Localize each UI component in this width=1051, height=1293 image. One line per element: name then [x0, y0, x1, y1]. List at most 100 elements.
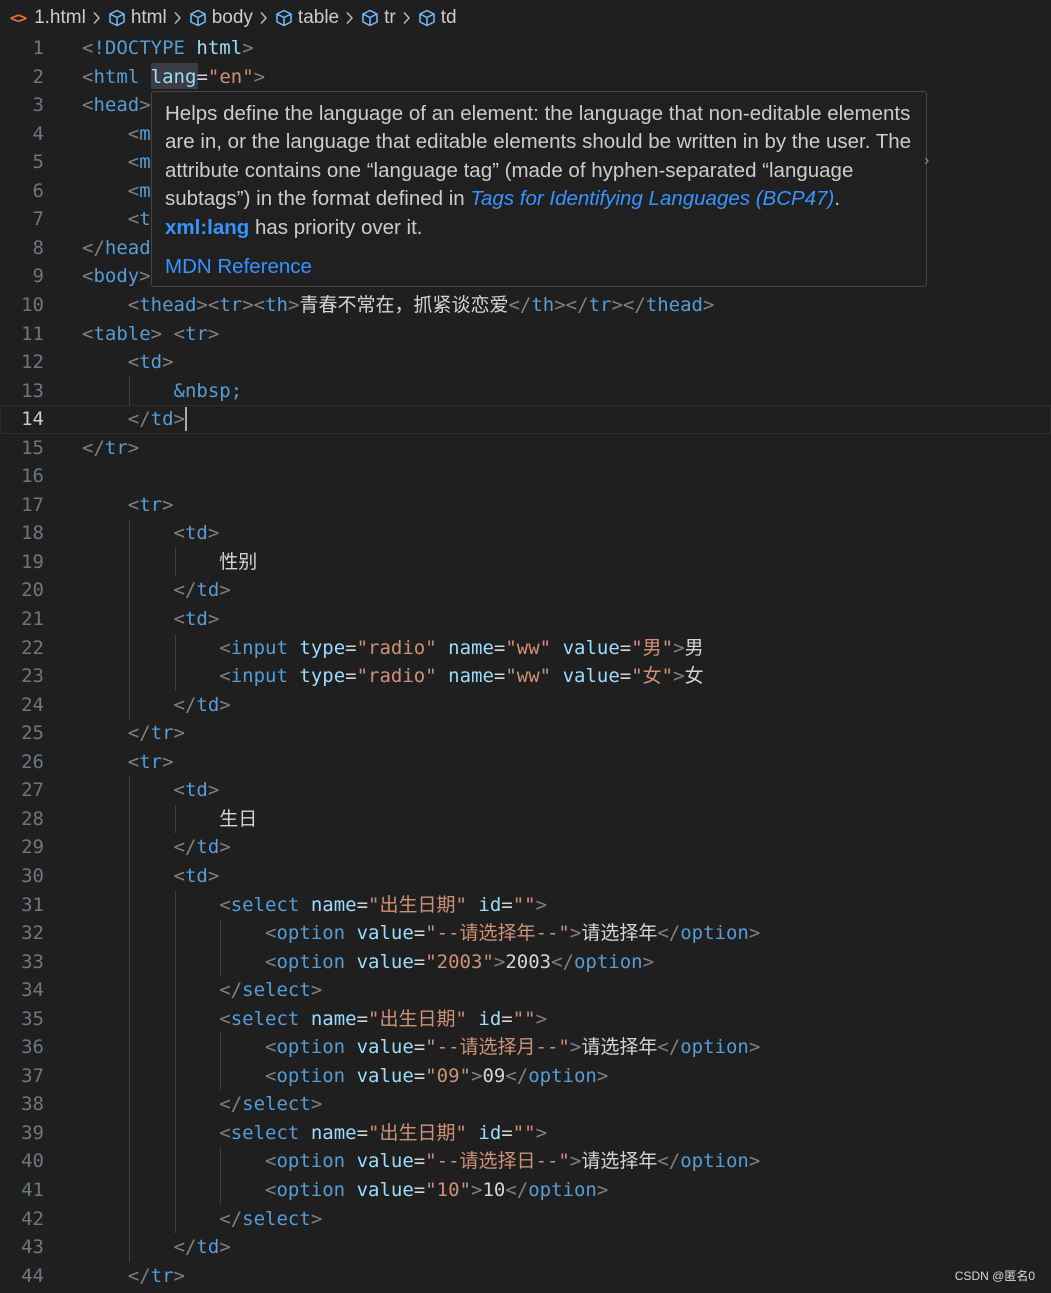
code-text: 性别 — [82, 548, 257, 577]
code-line[interactable]: 26 <tr> — [0, 748, 1051, 777]
code-line[interactable]: 42 </select> — [0, 1205, 1051, 1234]
code-token: = — [493, 636, 506, 659]
code-line[interactable]: 37 <option value="09">09</option> — [0, 1062, 1051, 1091]
code-token: < — [265, 922, 277, 945]
code-token: < — [265, 1150, 277, 1173]
indent-guide — [128, 376, 130, 406]
code-token: 女 — [684, 665, 704, 688]
code-line[interactable]: 12 <td> — [0, 348, 1051, 377]
bcp47-link[interactable]: Tags for Identifying Languages (BCP47) — [470, 187, 834, 210]
code-token: "ww" — [505, 636, 552, 659]
code-line[interactable]: 44 </tr> — [0, 1262, 1051, 1291]
breadcrumb-item-tr[interactable]: tr — [361, 7, 396, 29]
code-token: "2003" — [425, 950, 494, 973]
code-token: = — [196, 65, 208, 88]
code-line[interactable]: 40 <option value="--请选择日--">请选择年</option… — [0, 1147, 1051, 1176]
code-line[interactable]: 25 </tr> — [0, 719, 1051, 748]
code-token: < — [127, 351, 140, 374]
code-line[interactable]: 17 <tr> — [0, 491, 1051, 520]
breadcrumb-file[interactable]: <> 1.html — [10, 7, 86, 29]
code-line[interactable]: 15 </tr> — [0, 434, 1051, 463]
chevron-right-icon[interactable]: › — [924, 152, 929, 170]
code-text: <option value="--请选择日--">请选择年</option> — [82, 1147, 760, 1176]
code-token: < — [127, 179, 140, 202]
code-token: "ww" — [505, 665, 552, 688]
line-number: 27 — [21, 779, 44, 802]
code-line[interactable]: 34 </select> — [0, 976, 1051, 1005]
code-token: < — [127, 208, 140, 231]
code-token: tr — [150, 1264, 174, 1287]
code-token: > — [287, 293, 300, 316]
code-line[interactable]: 21 <td> — [0, 605, 1051, 634]
code-text: <td> — [82, 776, 220, 805]
breadcrumb-item-td[interactable]: td — [418, 7, 457, 29]
code-text: <m — [82, 148, 151, 177]
breadcrumb-item-table[interactable]: table — [275, 7, 339, 29]
code-token: > — [207, 322, 220, 345]
code-line[interactable]: 20 </td> — [0, 576, 1051, 605]
code-line[interactable]: 16 — [0, 462, 1051, 491]
code-line[interactable]: 2 <html lang="en"> — [0, 63, 1051, 92]
code-token: > — [219, 1236, 231, 1259]
code-line[interactable]: 29 </td> — [0, 833, 1051, 862]
code-token: > — [748, 922, 761, 945]
code-token: tr — [588, 293, 612, 316]
code-line[interactable]: 32 <option value="--请选择年--">请选择年</option… — [0, 919, 1051, 948]
code-token: head — [93, 94, 140, 117]
code-line[interactable]: 11 <table> <tr> — [0, 320, 1051, 349]
code-line[interactable]: 31 <select name="出生日期" id=""> — [0, 891, 1051, 920]
code-line[interactable]: 1 <!DOCTYPE html> — [0, 34, 1051, 63]
code-line[interactable]: 41 <option value="10">10</option> — [0, 1176, 1051, 1205]
code-text: <tr> — [82, 748, 174, 777]
code-line[interactable]: 35 <select name="出生日期" id=""> — [0, 1005, 1051, 1034]
code-line[interactable]: 24 </td> — [0, 691, 1051, 720]
code-token: </ — [551, 950, 574, 973]
line-number: 44 — [21, 1264, 44, 1287]
breadcrumb-item-html[interactable]: html — [108, 7, 167, 29]
code-token: </ — [219, 1093, 243, 1116]
code-line[interactable]: 14 </td> — [0, 405, 1051, 434]
code-token: name — [448, 665, 494, 688]
code-line[interactable]: 38 </select> — [0, 1090, 1051, 1119]
code-line[interactable]: 39 <select name="出生日期" id=""> — [0, 1119, 1051, 1148]
code-token: 09 — [482, 1064, 506, 1087]
code-line[interactable]: 22 <input type="radio" name="ww" value="… — [0, 634, 1051, 663]
code-line[interactable]: 36 <option value="--请选择月--">请选择年</option… — [0, 1033, 1051, 1062]
line-number: 37 — [21, 1064, 44, 1087]
code-token: 男 — [684, 636, 704, 659]
code-line[interactable]: 19 性别 — [0, 548, 1051, 577]
code-line[interactable]: 13 &nbsp; — [0, 377, 1051, 406]
code-line[interactable]: 23 <input type="radio" name="ww" value="… — [0, 662, 1051, 691]
code-line[interactable]: 10 <thead><tr><th>青春不常在，抓紧谈恋爱</th></tr><… — [0, 291, 1051, 320]
code-token: td — [196, 579, 220, 602]
mdn-reference-link[interactable]: MDN Reference — [165, 253, 312, 281]
code-line[interactable]: 43 </td> — [0, 1233, 1051, 1262]
code-token: "09" — [425, 1064, 471, 1087]
code-line[interactable]: 27 <td> — [0, 776, 1051, 805]
code-line[interactable]: 28 生日 — [0, 805, 1051, 834]
line-number: 33 — [21, 950, 44, 973]
code-token: < — [265, 1064, 277, 1087]
line-number: 26 — [21, 750, 44, 773]
code-line[interactable]: 18 <td> — [0, 519, 1051, 548]
code-line[interactable]: 33 <option value="2003">2003</option> — [0, 948, 1051, 977]
code-token: > — [219, 836, 231, 859]
breadcrumb-item-body[interactable]: body — [189, 7, 253, 29]
code-token: = — [493, 665, 506, 688]
line-number: 19 — [21, 550, 44, 573]
code-token: tr — [185, 322, 208, 345]
code-token: > — [219, 579, 231, 602]
code-line[interactable]: 30 <td> — [0, 862, 1051, 891]
line-number: 29 — [21, 836, 44, 859]
code-token: 请选择年 — [581, 1036, 658, 1059]
